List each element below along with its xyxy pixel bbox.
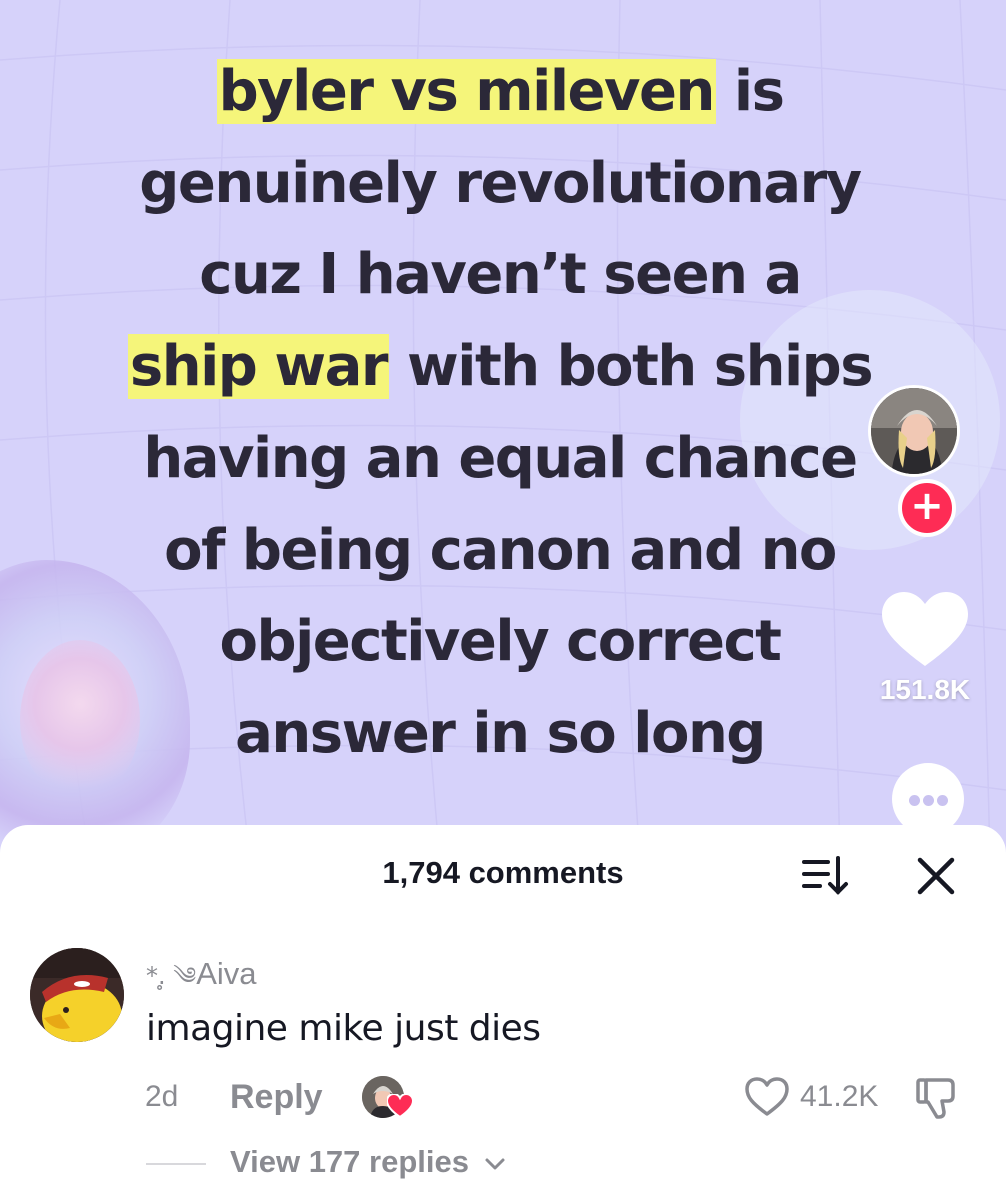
caption-text: of being canon and no	[164, 517, 837, 583]
more-dot	[923, 795, 934, 806]
caption-line: objectively correct	[70, 596, 930, 688]
more-dot	[909, 795, 920, 806]
commenter-avatar-image	[30, 948, 124, 1042]
caption-line: having an equal chance	[70, 413, 930, 505]
caption-text: having an equal chance	[143, 425, 858, 491]
reply-button[interactable]: Reply	[230, 1078, 323, 1117]
view-replies-label: View 177 replies	[230, 1144, 469, 1179]
commenter-username[interactable]: *.̥ ༄Aiva	[146, 950, 257, 1017]
like-count: 151.8K	[879, 674, 971, 705]
creator-liked-heart-icon	[387, 1094, 413, 1118]
caption-line: genuinely revolutionary	[70, 138, 930, 230]
like-heart-icon[interactable]	[882, 592, 968, 668]
caption-highlight: ship war	[127, 334, 390, 400]
video-player[interactable]: byler vs mileven is genuinely revolutiona…	[0, 0, 1006, 860]
comment-like-count: 41.2K	[800, 1080, 879, 1113]
follow-button[interactable]: +	[898, 479, 956, 537]
caption-line: answer in so long	[70, 688, 930, 780]
replies-divider	[146, 1163, 206, 1165]
caption-text: answer in so long	[235, 700, 766, 766]
caption-text: objectively correct	[219, 609, 782, 675]
view-replies-link[interactable]: View 177 replies	[230, 1144, 506, 1180]
caption-highlight: byler vs mileven	[216, 59, 716, 124]
username-text: Aiva	[196, 956, 257, 991]
close-icon[interactable]	[912, 852, 960, 900]
caption-text: with both ships	[389, 334, 874, 400]
caption-line: byler vs mileven is	[70, 46, 930, 138]
caption-line: cuz I haven’t seen a	[70, 229, 930, 321]
more-dot	[937, 795, 948, 806]
sort-icon[interactable]	[800, 852, 852, 900]
thumbs-down-icon[interactable]	[912, 1074, 960, 1122]
comments-title: 1,794 comments	[382, 855, 624, 890]
comment-text: imagine mike just dies	[146, 1008, 541, 1049]
caption-text: cuz I haven’t seen a	[199, 242, 802, 308]
caption-line: ship war with both ships	[70, 321, 930, 413]
creator-avatar[interactable]	[868, 385, 960, 477]
app-root: byler vs mileven is genuinely revolutiona…	[0, 0, 1006, 1199]
video-caption: byler vs mileven is genuinely revolutiona…	[70, 46, 930, 780]
comment-like-icon[interactable]	[744, 1076, 790, 1118]
caption-text: is	[715, 59, 785, 124]
chevron-down-icon	[485, 1158, 505, 1170]
caption-line: of being canon and no	[70, 505, 930, 597]
username-decoration: *.̥ ༄	[146, 962, 197, 990]
comment-age: 2d	[145, 1080, 179, 1113]
caption-text: genuinely revolutionary	[139, 150, 862, 216]
commenter-avatar[interactable]	[30, 948, 124, 1042]
